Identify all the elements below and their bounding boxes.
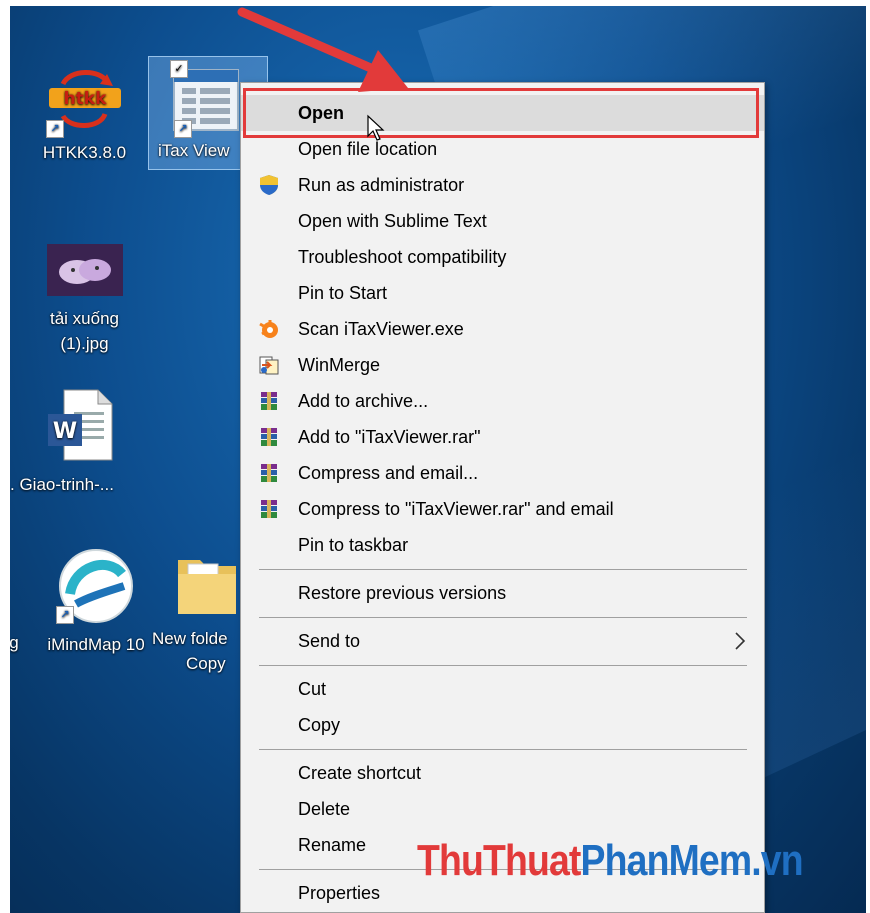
desktop-icon-image-file[interactable]: tải xuống (1).jpg [32,244,137,356]
menu-item-create-shortcut[interactable]: Create shortcut [241,755,764,791]
menu-item-send-to[interactable]: Send to [241,623,764,659]
menu-item-copy[interactable]: Copy [241,707,764,743]
menu-item-delete[interactable]: Delete [241,791,764,827]
watermark-logo: ThuThuatPhanMem.vn [417,836,804,885]
menu-item-add-to-itaxviewer-rar[interactable]: Add to "iTaxViewer.rar" [241,419,764,455]
menu-item-open-file-location[interactable]: Open file location [241,131,764,167]
desktop-icon-htkk[interactable]: htkk ↗ HTKK3.8.0 [32,64,137,165]
svg-text:W: W [53,419,77,444]
desktop-icon-folder[interactable]: New folde Copy [152,550,252,676]
desktop-icon-label: (1).jpg [60,334,109,353]
word-document-icon: W [48,389,113,461]
avast-icon [259,320,278,338]
menu-item-pin-to-start[interactable]: Pin to Start [241,275,764,311]
context-menu: Open Open file location Run as administr… [240,82,765,913]
desktop-icon-imindmap[interactable]: ↗ iMindMap 10 [36,546,156,657]
menu-item-cut[interactable]: Cut [241,671,764,707]
menu-separator [259,665,747,666]
selection-checkbox-icon[interactable]: ✓ [170,60,188,78]
menu-item-pin-to-taskbar[interactable]: Pin to taskbar [241,527,764,563]
menu-item-troubleshoot-compatibility[interactable]: Troubleshoot compatibility [241,239,764,275]
menu-item-open-with-sublime[interactable]: Open with Sublime Text [241,203,764,239]
menu-item-winmerge[interactable]: WinMerge [241,347,764,383]
desktop-icon-partial-label: g [10,633,19,652]
winmerge-icon [259,356,279,375]
menu-item-compress-and-email[interactable]: Compress and email... [241,455,764,491]
uac-shield-icon [260,175,278,195]
svg-text:htkk: htkk [63,89,107,109]
menu-item-restore-previous-versions[interactable]: Restore previous versions [241,575,764,611]
shortcut-arrow-icon: ↗ [174,120,192,138]
desktop-icon-label: iMindMap 10 [47,635,145,654]
desktop-icon-label: New folde [152,629,228,648]
mouse-cursor-icon [367,114,385,141]
desktop-icon-label: Copy [186,654,226,673]
desktop-icon-label: tải xuống [50,309,119,328]
menu-item-run-as-administrator[interactable]: Run as administrator [241,167,764,203]
shortcut-arrow-icon: ↗ [46,120,64,138]
shortcut-arrow-icon: ↗ [56,606,74,624]
menu-separator [259,617,747,618]
winrar-icon [261,464,277,482]
winrar-icon [261,428,277,446]
submenu-chevron-right-icon [735,632,746,650]
menu-item-scan-itaxviewer[interactable]: Scan iTaxViewer.exe [241,311,764,347]
desktop-icon-word-document[interactable]: W . Giao-trinh-... [10,388,140,497]
desktop-icon-label: HTKK3.8.0 [42,143,127,162]
image-thumbnail-icon [46,244,123,296]
folder-icon [178,560,236,614]
menu-separator [259,569,747,570]
winrar-icon [261,500,277,518]
menu-item-add-to-archive[interactable]: Add to archive... [241,383,764,419]
winrar-icon [261,392,277,410]
menu-separator [259,749,747,750]
menu-item-compress-to-rar-and-email[interactable]: Compress to "iTaxViewer.rar" and email [241,491,764,527]
annotation-arrow-icon [237,7,408,92]
desktop-icon-label: . Giao-trinh-... [10,475,114,494]
